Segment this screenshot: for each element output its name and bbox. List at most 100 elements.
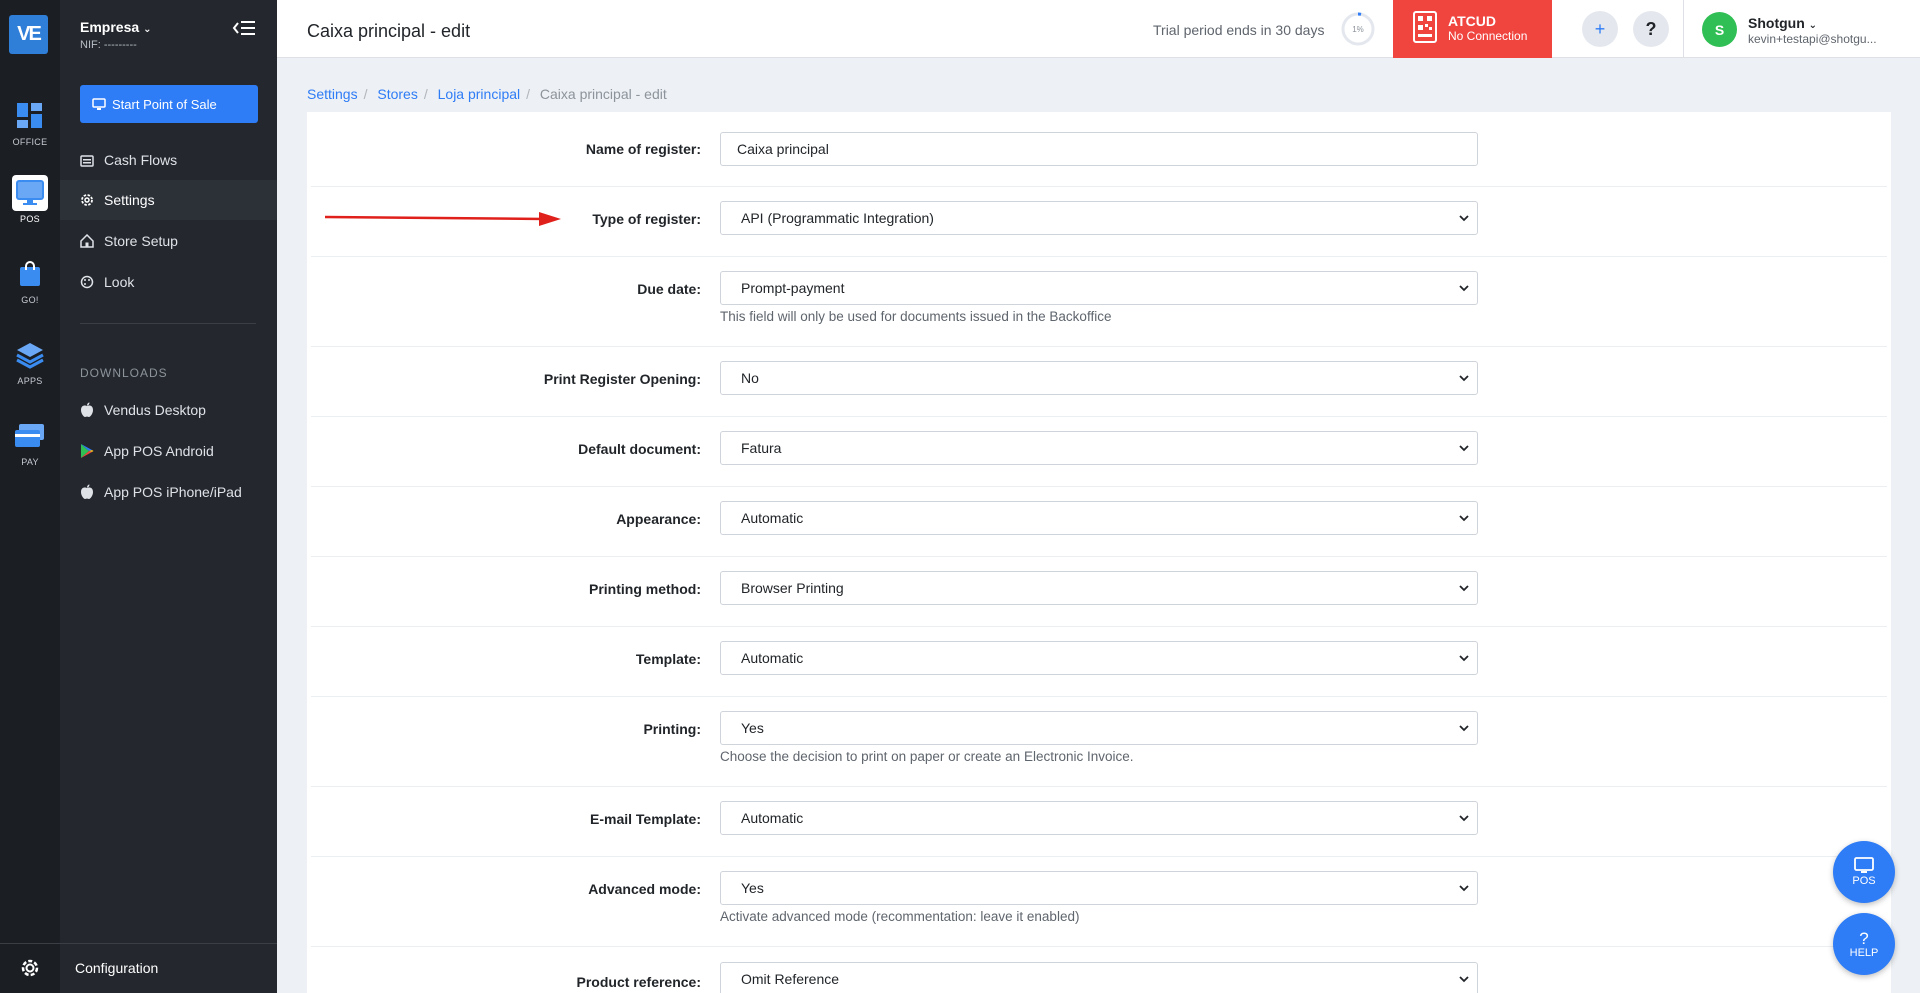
help-floating-button[interactable]: ? HELP: [1833, 913, 1895, 975]
field-label: Name of register:: [585, 141, 701, 157]
pos-floating-button[interactable]: POS: [1833, 841, 1895, 903]
atcud-status: No Connection: [1448, 29, 1528, 43]
trial-percent: 1%: [1352, 25, 1364, 34]
field-label: Appearance:: [616, 511, 701, 527]
company-nif: NIF: ---------: [80, 39, 137, 51]
field-value: Fatura: [741, 440, 782, 456]
user-menu[interactable]: Shotgun ⌄: [1748, 15, 1817, 31]
product-reference-select[interactable]: Omit Reference: [720, 962, 1478, 993]
field-value: Yes: [741, 720, 764, 736]
breadcrumb-settings[interactable]: Settings: [307, 86, 358, 102]
register-form: Name of register: Caixa principal Type o…: [307, 112, 1891, 993]
rail-item-go[interactable]: GO!: [0, 256, 60, 305]
chevron-down-icon: [1459, 976, 1469, 983]
sidebar-item-look[interactable]: Look: [60, 262, 277, 302]
trial-progress-ring: 1%: [1340, 11, 1376, 47]
add-button[interactable]: +: [1582, 11, 1618, 47]
form-row-email-template: E-mail Template: Automatic: [311, 787, 1887, 857]
apple-icon: [81, 484, 93, 499]
rail-label-office: OFFICE: [12, 137, 48, 147]
app-rail: VE OFFICE POS GO! APPS PAY: [0, 0, 60, 993]
form-row-advanced-mode: Advanced mode: Yes Activate advanced mod…: [311, 857, 1887, 947]
credit-card-icon: [12, 418, 48, 454]
sidebar-item-label: Settings: [104, 192, 155, 208]
form-row-template: Template: Automatic: [311, 627, 1887, 697]
palette-icon: [80, 275, 94, 289]
breadcrumb-store[interactable]: Loja principal: [438, 86, 521, 102]
printing-select[interactable]: Yes: [720, 711, 1478, 745]
sidebar-item-cash-flows[interactable]: Cash Flows: [60, 140, 277, 180]
rail-item-office[interactable]: OFFICE: [0, 98, 60, 147]
collapse-sidebar-icon[interactable]: [232, 18, 256, 38]
email-template-select[interactable]: Automatic: [720, 801, 1478, 835]
start-point-of-sale-label: Start Point of Sale: [112, 96, 217, 112]
trial-text: Trial period ends in 30 days: [1153, 22, 1325, 38]
configuration-link[interactable]: Configuration: [75, 960, 158, 976]
qr-code-icon: [1413, 11, 1437, 43]
form-row-appearance: Appearance: Automatic: [311, 487, 1887, 557]
sidebar-item-store-setup[interactable]: Store Setup: [60, 221, 277, 261]
appearance-select[interactable]: Automatic: [720, 501, 1478, 535]
cash-register-icon: [80, 155, 94, 167]
print-opening-select[interactable]: No: [720, 361, 1478, 395]
chevron-down-icon: ⌄: [143, 24, 152, 35]
form-row-default-document: Default document: Fatura: [311, 417, 1887, 487]
rail-item-pos[interactable]: POS: [0, 175, 60, 224]
default-document-select[interactable]: Fatura: [720, 431, 1478, 465]
due-date-select[interactable]: Prompt-payment: [720, 271, 1478, 305]
field-label: Due date:: [637, 281, 701, 297]
annotation-arrow: [324, 212, 561, 226]
vendus-logo[interactable]: VE: [9, 15, 48, 54]
field-label: Printing:: [643, 721, 701, 737]
chevron-down-icon: [1459, 815, 1469, 822]
start-point-of-sale-button[interactable]: Start Point of Sale: [80, 85, 258, 123]
breadcrumb-separator: /: [363, 86, 368, 102]
field-value: Prompt-payment: [741, 280, 845, 296]
company-switcher[interactable]: Empresa ⌄: [80, 19, 152, 35]
sidebar-item-settings[interactable]: Settings: [60, 180, 277, 220]
chevron-down-icon: [1459, 655, 1469, 662]
form-row-printing-method: Printing method: Browser Printing: [311, 557, 1887, 627]
rail-item-apps[interactable]: APPS: [0, 337, 60, 386]
chevron-down-icon: [1459, 725, 1469, 732]
sidebar-item-label: Cash Flows: [104, 152, 178, 168]
atcud-status-button[interactable]: ATCUD No Connection: [1393, 0, 1552, 58]
field-label: Template:: [635, 651, 701, 667]
breadcrumb-separator: /: [423, 86, 428, 102]
sidebar-item-app-pos-iphone[interactable]: App POS iPhone/iPad: [60, 472, 277, 512]
avatar[interactable]: S: [1702, 12, 1737, 47]
sidebar-item-app-pos-android[interactable]: App POS Android: [60, 431, 277, 471]
form-row-name: Name of register: Caixa principal: [311, 112, 1887, 187]
chevron-down-icon: [1459, 215, 1469, 222]
layers-icon: [12, 337, 48, 373]
breadcrumb: Settings / Stores / Loja principal / Caixa …: [307, 86, 667, 102]
advanced-mode-select[interactable]: Yes: [720, 871, 1478, 905]
field-help-text: Choose the decision to print on paper or…: [720, 749, 1134, 764]
breadcrumb-stores[interactable]: Stores: [377, 86, 417, 102]
gear-icon: [81, 194, 93, 206]
company-name: Empresa: [80, 19, 140, 35]
template-select[interactable]: Automatic: [720, 641, 1478, 675]
register-name-input[interactable]: Caixa principal: [720, 132, 1478, 166]
top-header: Caixa principal - edit Trial period ends…: [277, 0, 1920, 58]
form-row-due-date: Due date: Prompt-payment This field will…: [311, 257, 1887, 347]
form-row-product-reference: Product reference: Omit Reference: [311, 947, 1887, 993]
breadcrumb-separator: /: [526, 86, 531, 102]
chevron-down-icon: [1459, 375, 1469, 382]
form-row-print-opening: Print Register Opening: No: [311, 347, 1887, 417]
sidebar-item-vendus-desktop[interactable]: Vendus Desktop: [60, 390, 277, 430]
chevron-down-icon: [1459, 885, 1469, 892]
field-help-text: This field will only be used for documen…: [720, 309, 1112, 324]
sidebar-divider: [80, 323, 256, 324]
chevron-down-icon: [1459, 285, 1469, 292]
help-button[interactable]: ?: [1633, 11, 1669, 47]
monitor-icon: [1854, 857, 1874, 873]
google-play-icon: [81, 444, 94, 458]
rail-label-pos: POS: [20, 214, 40, 224]
plus-icon: +: [1594, 18, 1606, 39]
breadcrumb-current: Caixa principal - edit: [539, 86, 667, 102]
rail-item-pay[interactable]: PAY: [0, 418, 60, 467]
field-value: Caixa principal: [737, 141, 829, 157]
printing-method-select[interactable]: Browser Printing: [720, 571, 1478, 605]
register-type-select[interactable]: API (Programmatic Integration): [720, 201, 1478, 235]
